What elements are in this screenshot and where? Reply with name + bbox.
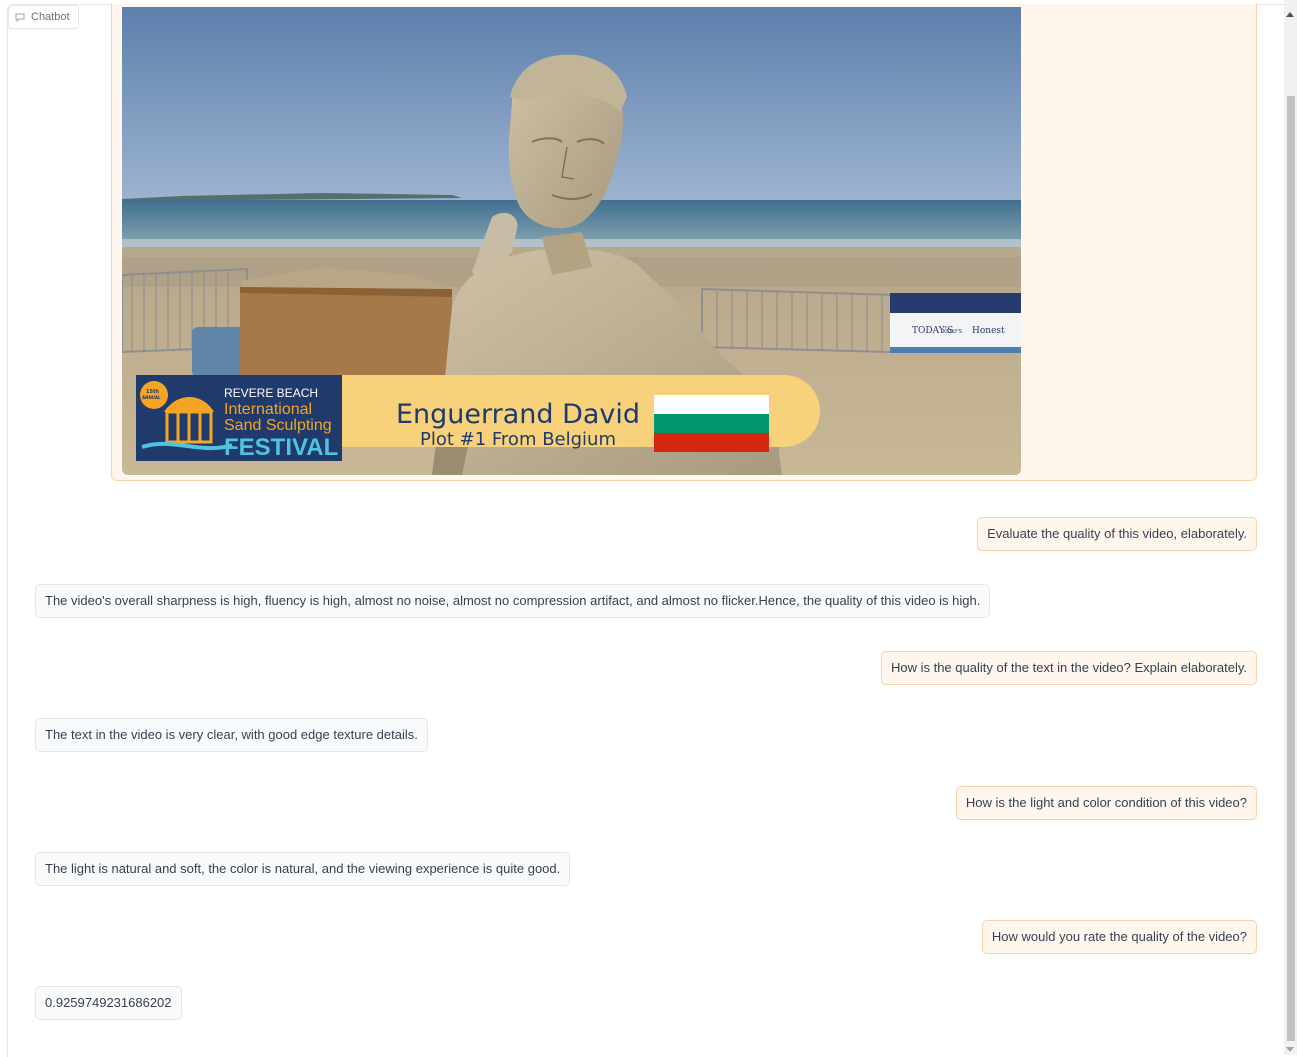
user-message: Evaluate the quality of this video, elab… [977,517,1257,551]
user-message: How is the quality of the text in the vi… [880,651,1257,685]
video-frame: TODAY'S KELLY'S Honest 15th ANNUAL REVER… [122,7,1021,475]
event-line-3: Sand Sculpting [224,417,332,434]
banner-sponsor-2: KELLY'S [943,329,962,335]
badge-annual: ANNUAL [142,395,161,400]
scroll-down-arrow-icon[interactable] [1286,1047,1294,1052]
chat-bubble-icon [15,13,25,22]
scrollbar-thumb[interactable] [1287,96,1295,1041]
artist-name: Enguerrand David [396,399,640,430]
flag-image [654,395,769,452]
video-player[interactable]: TODAY'S KELLY'S Honest 15th ANNUAL REVER… [122,7,1021,475]
event-line-1: REVERE BEACH [224,386,318,400]
scroll-up-arrow-icon[interactable] [1286,12,1294,17]
event-line-2: International [224,401,312,418]
bot-message: The text in the video is very clear, wit… [35,718,428,752]
event-line-4: FESTIVAL [224,434,338,461]
user-message: How would you rate the quality of the vi… [981,920,1257,954]
user-message: How is the light and color condition of … [955,786,1257,820]
chatbot-label-text: Chatbot [31,11,70,23]
plot-text: Plot #1 From Belgium [420,429,616,450]
bot-message: The video's overall sharpness is high, f… [35,584,991,618]
chatbot-label: Chatbot [8,5,79,29]
banner-sponsor-3: Honest [972,326,1005,336]
scrollbar[interactable] [1284,0,1297,1055]
bot-message: The light is natural and soft, the color… [35,852,571,886]
bot-message: 0.9259749231686202 [35,986,182,1020]
